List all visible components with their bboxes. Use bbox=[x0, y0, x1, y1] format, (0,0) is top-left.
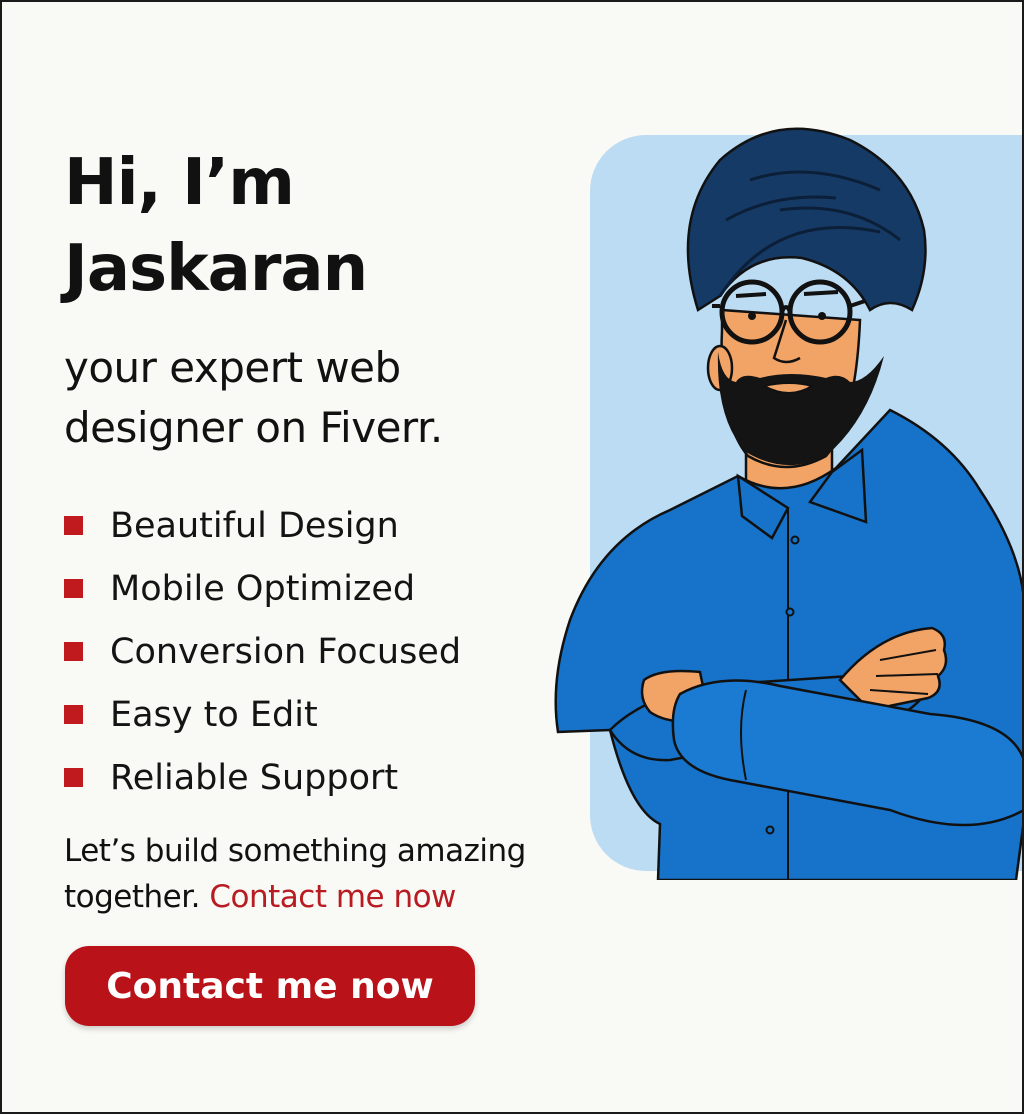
feature-label: Easy to Edit bbox=[110, 694, 318, 735]
feature-list: Beautiful Design Mobile Optimized Conver… bbox=[64, 494, 461, 809]
feature-label: Conversion Focused bbox=[110, 631, 462, 672]
contact-button[interactable]: Contact me now bbox=[65, 946, 475, 1026]
headline: Hi, I’m Jaskaran bbox=[64, 140, 368, 312]
square-bullet-icon bbox=[64, 579, 83, 598]
feature-item: Mobile Optimized bbox=[64, 557, 461, 620]
promo-card: Hi, I’m Jaskaran your expert web designe… bbox=[0, 0, 1024, 1114]
feature-label: Mobile Optimized bbox=[110, 568, 416, 609]
square-bullet-icon bbox=[64, 516, 83, 535]
portrait-illustration bbox=[554, 127, 1022, 880]
feature-item: Reliable Support bbox=[64, 746, 461, 809]
square-bullet-icon bbox=[64, 768, 83, 787]
contact-link[interactable]: Contact me now bbox=[209, 879, 456, 915]
subtitle-line-1: your expert web bbox=[64, 343, 401, 392]
feature-label: Reliable Support bbox=[110, 757, 399, 798]
feature-item: Easy to Edit bbox=[64, 683, 461, 746]
feature-item: Beautiful Design bbox=[64, 494, 461, 557]
square-bullet-icon bbox=[64, 642, 83, 661]
headline-name: Jaskaran bbox=[64, 232, 368, 306]
feature-item: Conversion Focused bbox=[64, 620, 461, 683]
headline-greeting: Hi, I’m bbox=[64, 146, 295, 220]
feature-label: Beautiful Design bbox=[110, 505, 399, 546]
subtitle: your expert web designer on Fiverr. bbox=[64, 338, 443, 458]
subtitle-line-2: designer on Fiverr. bbox=[64, 403, 443, 452]
square-bullet-icon bbox=[64, 705, 83, 724]
cta-paragraph: Let’s build something amazing together. … bbox=[64, 828, 604, 920]
